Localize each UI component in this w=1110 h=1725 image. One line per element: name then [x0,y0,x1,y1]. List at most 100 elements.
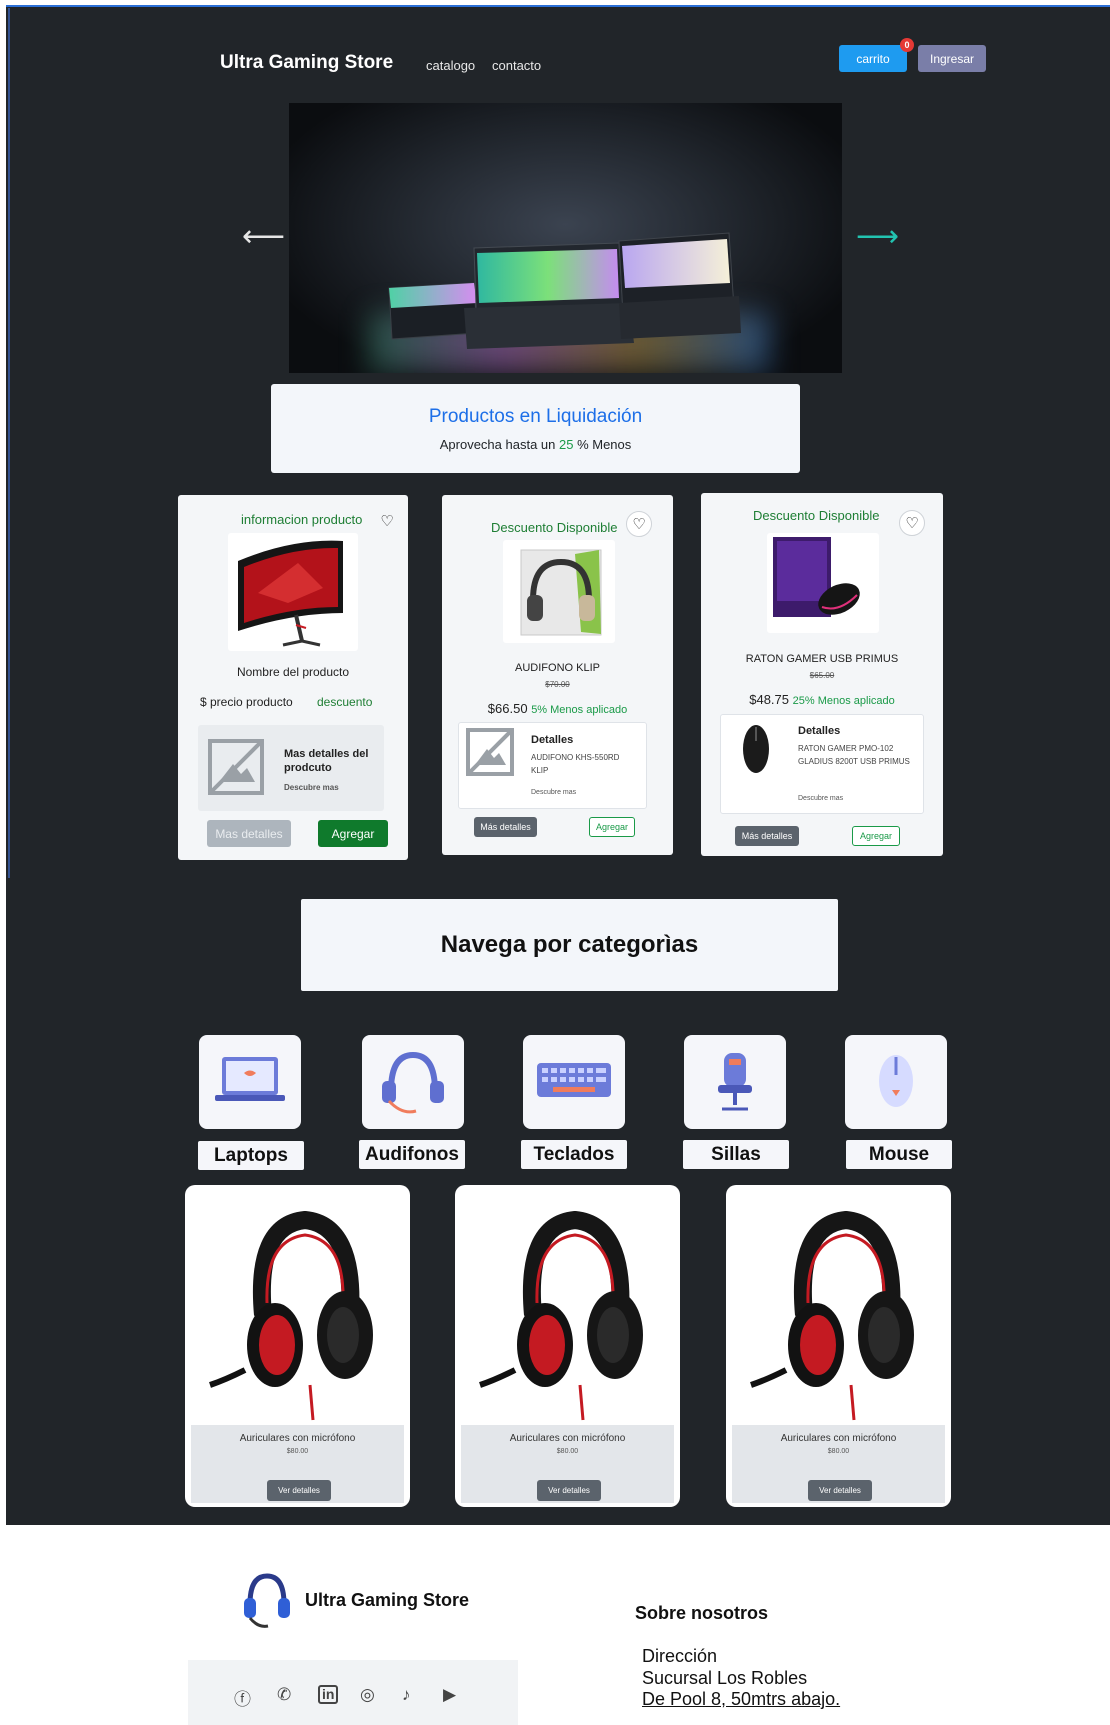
more-details-button[interactable]: Más detalles [474,817,537,837]
login-button[interactable]: Ingresar [918,45,986,72]
headphones-image [750,1210,914,1421]
image-placeholder-icon [466,728,514,776]
footer-brand[interactable]: Ultra Gaming Store [305,1590,469,1611]
headphones-image [209,1210,373,1421]
mouse-icon [879,1055,913,1107]
instagram-icon[interactable]: ◎ [360,1685,375,1705]
detail-text: RATON GAMER PMO-102 GLADIUS 8200T USB PR… [798,744,910,766]
detail-more-link[interactable]: Descubre mas [798,795,843,802]
featured-card-3: Auriculares con micrófono $80.00 Ver det… [726,1185,951,1507]
navbar-brand[interactable]: Ultra Gaming Store [220,52,393,74]
product-image [767,533,879,633]
detail-title: Detalles [798,725,841,737]
heart-icon[interactable]: ♡ [626,511,652,537]
product-tag: informacion producto [241,512,363,527]
product-detail-box: Detalles AUDIFONO KHS-550RD KLIP Descubr… [458,722,647,809]
featured-price: $80.00 [556,1448,579,1455]
page: Ultra Gaming Store catalogo contacto car… [0,0,1110,1725]
product-price-line: $66.50 5% Menos aplicado [442,701,673,716]
featured-name: Auriculares con micrófono [509,1433,626,1444]
linkedin-icon[interactable]: in [318,1685,339,1704]
product-price-line: $48.75 25% Menos aplicado [701,692,943,707]
product-old-price: $65.00 [809,671,835,680]
category-tile-mouse[interactable] [845,1035,947,1129]
detail-more-link[interactable]: Descubre mas [531,789,576,796]
category-label-sillas[interactable]: Sillas [683,1140,789,1169]
featured-card-2: Auriculares con micrófono $80.00 Ver det… [455,1185,680,1507]
category-label-laptops[interactable]: Laptops [198,1141,304,1170]
view-details-button[interactable]: Ver detalles [537,1480,601,1501]
product-old-price: $70.00 [545,680,570,689]
category-label-teclados[interactable]: Teclados [521,1140,627,1169]
youtube-icon[interactable]: ▶ [443,1685,456,1705]
categories-title: Navega por categorìas [301,899,838,991]
detail-text: AUDIFONO KHS-550RD KLIP [531,753,620,775]
detail-title: Mas detalles del prodcuto [284,748,369,774]
category-label-audifonos[interactable]: Audifonos [359,1140,465,1169]
category-label-mouse[interactable]: Mouse [846,1140,952,1169]
promo-percent: 25 [558,437,574,452]
curved-monitor-icon [238,540,343,647]
more-details-button[interactable]: Más detalles [735,826,799,846]
tiktok-icon[interactable]: ♪ [402,1685,411,1705]
add-to-cart-button[interactable]: Agregar [852,826,900,846]
product-detail-box: Detalles RATON GAMER PMO-102 GLADIUS 820… [720,714,924,814]
whatsapp-icon[interactable]: ✆ [277,1685,291,1705]
product-discount: 5% Menos aplicado [531,704,628,716]
promo-title: Productos en Liquidación [428,406,643,427]
about-heading: Sobre nosotros [635,1603,769,1623]
nav-link-catalogo[interactable]: catalogo [426,58,475,73]
address-street[interactable]: De Pool 8, 50mtrs abajo. [642,1689,840,1710]
heart-icon[interactable]: ♡ [374,509,400,535]
featured-price: $80.00 [286,1448,309,1455]
headphones-image [479,1210,643,1421]
carousel-next-icon[interactable]: ⟶ [856,222,899,252]
image-placeholder-icon [208,739,264,795]
product-image [503,540,615,643]
headset-icon [382,1051,444,1114]
heart-icon[interactable]: ♡ [899,510,925,536]
product-name: AUDIFONO KLIP [515,662,600,674]
facebook-icon[interactable]: ⓕ [234,1685,251,1710]
headset-logo-icon [244,1573,290,1628]
product-price: $66.50 [487,701,528,716]
carousel-prev-icon[interactable]: ⟵ [242,222,285,252]
laptop-icon [215,1057,285,1101]
product-detail-box: Mas detalles del prodcuto Descubre mas [198,725,384,811]
nav-link-contacto[interactable]: contacto [492,58,541,73]
more-details-button[interactable]: Mas detalles [207,820,291,847]
gaming-mouse-icon [743,725,769,773]
detail-title: Detalles [531,734,574,746]
product-discount: descuento [317,695,373,709]
category-tile-audifonos[interactable] [362,1035,464,1129]
promo-subtitle: Aprovecha hasta un 25 % Menos [271,437,800,452]
featured-card-1: Auriculares con micrófono $80.00 Ver det… [185,1185,410,1507]
featured-name: Auriculares con micrófono [780,1433,897,1444]
category-tile-teclados[interactable] [523,1035,625,1129]
add-to-cart-button[interactable]: Agregar [318,820,388,847]
category-tile-laptops[interactable] [199,1035,301,1129]
mouse-box-icon [773,537,860,617]
product-card-raton: Descuento Disponible ♡ RATON GAMER USB P… [701,493,943,856]
cart-count-badge: 0 [900,38,914,52]
product-price: $ precio producto [200,695,293,709]
view-details-button[interactable]: Ver detalles [267,1480,331,1501]
cart-button[interactable]: carrito [839,45,907,72]
promo-sub-after: % Menos [573,437,632,452]
promo-banner: Productos en Liquidación Aprovecha hasta… [271,384,800,473]
product-name: RATON GAMER USB PRIMUS [745,653,899,665]
scroll-edge [8,8,10,878]
product-name: Nombre del producto [236,665,350,679]
gaming-chair-icon [718,1053,752,1111]
promo-sub-before: Aprovecha hasta un [439,437,559,452]
keyboard-icon [537,1063,611,1097]
product-card-audifono: Descuento Disponible ♡ AUDIFONO KLIP $70… [442,495,673,855]
detail-more-link[interactable]: Descubre mas [284,783,339,792]
headphone-box-icon [520,549,602,636]
view-details-button[interactable]: Ver detalles [808,1480,872,1501]
carousel-image [289,103,842,373]
add-to-cart-button[interactable]: Agregar [589,817,635,837]
product-image [228,533,358,651]
address-branch: Sucursal Los Robles [642,1668,808,1688]
category-tile-sillas[interactable] [684,1035,786,1129]
